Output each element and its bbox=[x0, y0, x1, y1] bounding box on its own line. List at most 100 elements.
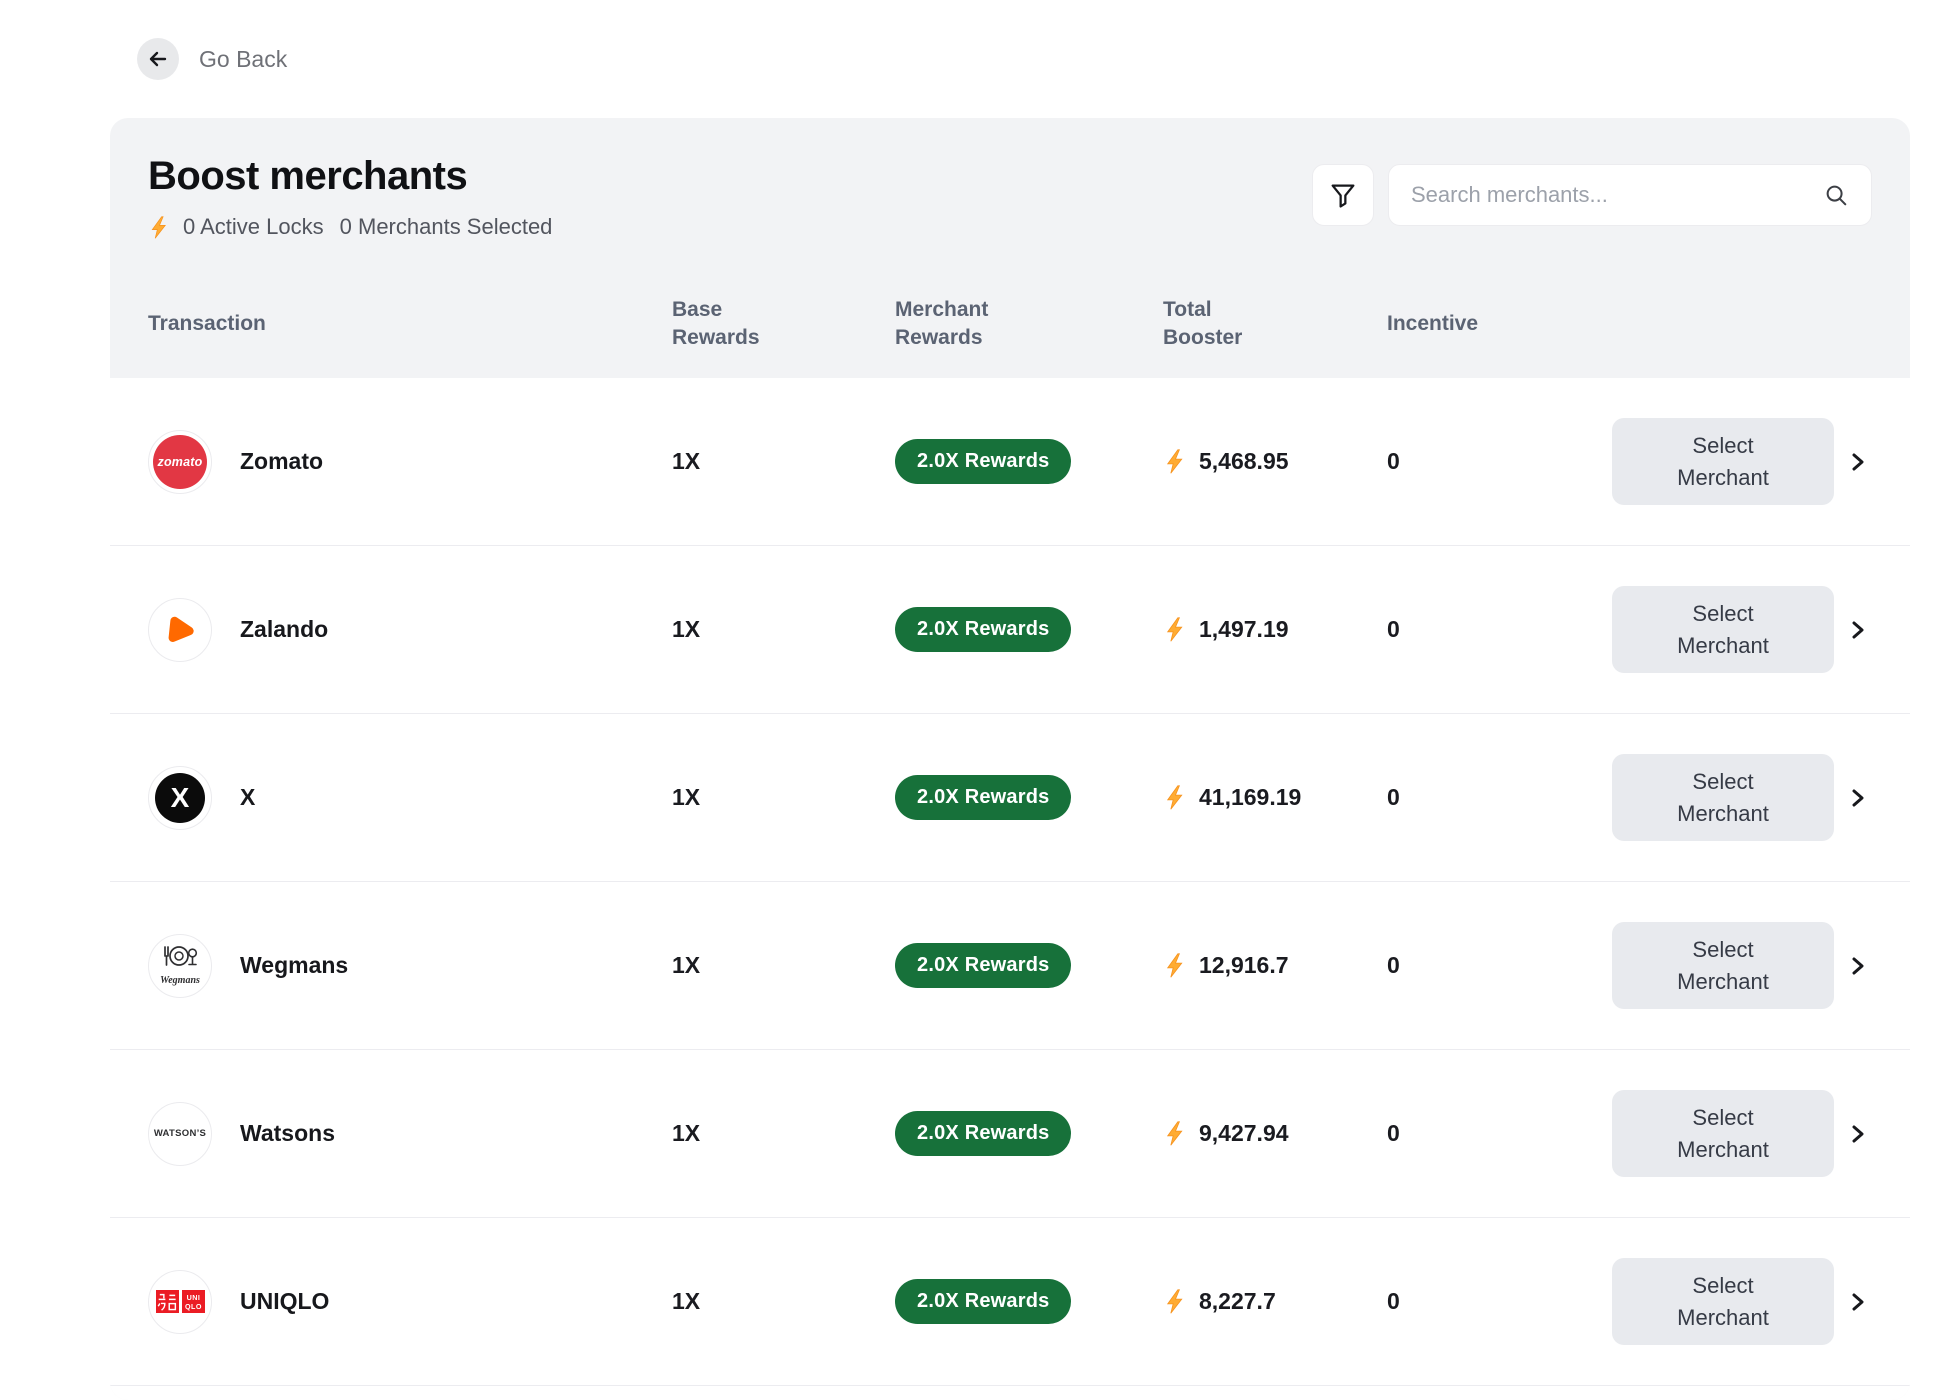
merchant-rewards-badge: 2.0X Rewards bbox=[895, 1279, 1071, 1324]
total-booster-cell: 9,427.94 bbox=[1163, 1120, 1387, 1147]
search-icon[interactable] bbox=[1823, 182, 1849, 208]
total-booster-cell: 12,916.7 bbox=[1163, 952, 1387, 979]
merchant-name: Watsons bbox=[240, 1120, 335, 1147]
incentive-value: 0 bbox=[1387, 784, 1612, 811]
merchant-cell: Wegmans Wegmans bbox=[148, 934, 672, 998]
select-merchant-button[interactable]: Select Merchant bbox=[1612, 1090, 1834, 1178]
select-merchant-label: Select Merchant bbox=[1677, 430, 1769, 494]
lightning-icon bbox=[1163, 1289, 1188, 1314]
incentive-value: 0 bbox=[1387, 616, 1612, 643]
base-rewards-value: 1X bbox=[672, 784, 895, 811]
merchant-name: UNIQLO bbox=[240, 1288, 329, 1315]
merchant-rewards-badge: 2.0X Rewards bbox=[895, 775, 1071, 820]
active-locks-count: 0 Active Locks bbox=[183, 214, 324, 240]
incentive-value: 0 bbox=[1387, 952, 1612, 979]
chevron-right-icon[interactable] bbox=[1844, 1288, 1872, 1316]
select-merchant-button[interactable]: Select Merchant bbox=[1612, 418, 1834, 506]
lightning-icon bbox=[1163, 953, 1188, 978]
wegmans-logo: Wegmans bbox=[148, 934, 212, 998]
table-row: Wegmans Wegmans 1X 2.0X Rewards 12,916.7… bbox=[110, 882, 1910, 1050]
search-box[interactable] bbox=[1388, 164, 1872, 226]
svg-text:UNI: UNI bbox=[186, 1294, 200, 1302]
merchant-cell: Zalando bbox=[148, 598, 672, 662]
total-booster-cell: 8,227.7 bbox=[1163, 1288, 1387, 1315]
card-header: Boost merchants 0 Active Locks 0 Merchan… bbox=[110, 118, 1910, 240]
uniqlo-logo: UNIQLO bbox=[148, 1270, 212, 1334]
column-header-merchant-rewards: Merchant Rewards bbox=[895, 296, 988, 353]
column-header-transaction: Transaction bbox=[148, 310, 672, 338]
merchant-cell: UNIQLO UNIQLO bbox=[148, 1270, 672, 1334]
filter-funnel-icon bbox=[1327, 179, 1359, 211]
total-booster-value: 9,427.94 bbox=[1199, 1120, 1289, 1147]
base-rewards-value: 1X bbox=[672, 1120, 895, 1147]
table-row: Zalando 1X 2.0X Rewards 1,497.19 0 Selec… bbox=[110, 546, 1910, 714]
lightning-icon bbox=[1163, 785, 1188, 810]
chevron-right-icon[interactable] bbox=[1844, 616, 1872, 644]
base-rewards-value: 1X bbox=[672, 952, 895, 979]
merchant-name: Zomato bbox=[240, 448, 323, 475]
merchant-name: Wegmans bbox=[240, 952, 348, 979]
go-back-label: Go Back bbox=[199, 46, 287, 73]
x-logo: X bbox=[148, 766, 212, 830]
incentive-value: 0 bbox=[1387, 1288, 1612, 1315]
zalando-logo bbox=[148, 598, 212, 662]
total-booster-cell: 5,468.95 bbox=[1163, 448, 1387, 475]
incentive-value: 0 bbox=[1387, 448, 1612, 475]
filter-button[interactable] bbox=[1312, 164, 1374, 226]
merchant-rewards-badge: 2.0X Rewards bbox=[895, 439, 1071, 484]
table-row: zomato Zomato 1X 2.0X Rewards 5,468.95 0… bbox=[110, 378, 1910, 546]
base-rewards-value: 1X bbox=[672, 616, 895, 643]
page-title: Boost merchants bbox=[148, 152, 552, 200]
search-input[interactable] bbox=[1411, 182, 1823, 208]
go-back-button[interactable]: Go Back bbox=[137, 38, 287, 80]
select-merchant-label: Select Merchant bbox=[1677, 1270, 1769, 1334]
column-header-total-booster: Total Booster bbox=[1163, 296, 1242, 353]
chevron-right-icon[interactable] bbox=[1844, 784, 1872, 812]
incentive-value: 0 bbox=[1387, 1120, 1612, 1147]
svg-text:Wegmans: Wegmans bbox=[160, 975, 200, 986]
select-merchant-label: Select Merchant bbox=[1677, 598, 1769, 662]
merchant-name: Zalando bbox=[240, 616, 328, 643]
chevron-right-icon[interactable] bbox=[1844, 952, 1872, 980]
table-row: WATSON’S Watsons 1X 2.0X Rewards 9,427.9… bbox=[110, 1050, 1910, 1218]
watsons-logo: WATSON’S bbox=[148, 1102, 212, 1166]
select-merchant-button[interactable]: Select Merchant bbox=[1612, 586, 1834, 674]
merchants-selected-count: 0 Merchants Selected bbox=[340, 214, 553, 240]
merchant-rewards-badge: 2.0X Rewards bbox=[895, 1111, 1071, 1156]
merchant-rows: zomato Zomato 1X 2.0X Rewards 5,468.95 0… bbox=[110, 378, 1910, 1400]
chevron-right-icon[interactable] bbox=[1844, 1120, 1872, 1148]
select-merchant-button[interactable]: Select Merchant bbox=[1612, 754, 1834, 842]
total-booster-cell: 41,169.19 bbox=[1163, 784, 1387, 811]
base-rewards-value: 1X bbox=[672, 448, 895, 475]
lightning-icon bbox=[1163, 449, 1188, 474]
column-header-incentive: Incentive bbox=[1387, 310, 1612, 338]
total-booster-value: 12,916.7 bbox=[1199, 952, 1289, 979]
table-row: X X 1X 2.0X Rewards 41,169.19 0 Select M… bbox=[110, 714, 1910, 882]
select-merchant-button[interactable]: Select Merchant bbox=[1612, 922, 1834, 1010]
lightning-icon bbox=[1163, 617, 1188, 642]
select-merchant-label: Select Merchant bbox=[1677, 766, 1769, 830]
total-booster-value: 1,497.19 bbox=[1199, 616, 1289, 643]
lightning-icon bbox=[148, 216, 171, 239]
merchant-cell: WATSON’S Watsons bbox=[148, 1102, 672, 1166]
boost-merchants-card: Boost merchants 0 Active Locks 0 Merchan… bbox=[110, 118, 1910, 1400]
card-header-left: Boost merchants 0 Active Locks 0 Merchan… bbox=[148, 152, 552, 240]
lightning-icon bbox=[1163, 1121, 1188, 1146]
total-booster-value: 41,169.19 bbox=[1199, 784, 1301, 811]
merchant-cell: zomato Zomato bbox=[148, 430, 672, 494]
zomato-logo: zomato bbox=[148, 430, 212, 494]
merchant-rewards-badge: 2.0X Rewards bbox=[895, 943, 1071, 988]
merchant-rewards-badge: 2.0X Rewards bbox=[895, 607, 1071, 652]
merchant-name: X bbox=[240, 784, 255, 811]
merchant-cell: X X bbox=[148, 766, 672, 830]
column-header-base-rewards: Base Rewards bbox=[672, 296, 760, 353]
select-merchant-label: Select Merchant bbox=[1677, 934, 1769, 998]
back-arrow-icon[interactable] bbox=[137, 38, 179, 80]
table-row: UNIQLO UNIQLO 1X 2.0X Rewards 8,227.7 0 … bbox=[110, 1218, 1910, 1386]
select-merchant-button[interactable]: Select Merchant bbox=[1612, 1258, 1834, 1346]
card-header-right bbox=[1312, 164, 1872, 226]
table-header-row: Transaction Base Rewards Merchant Reward… bbox=[110, 270, 1910, 378]
total-booster-value: 8,227.7 bbox=[1199, 1288, 1276, 1315]
status-line: 0 Active Locks 0 Merchants Selected bbox=[148, 214, 552, 240]
chevron-right-icon[interactable] bbox=[1844, 448, 1872, 476]
